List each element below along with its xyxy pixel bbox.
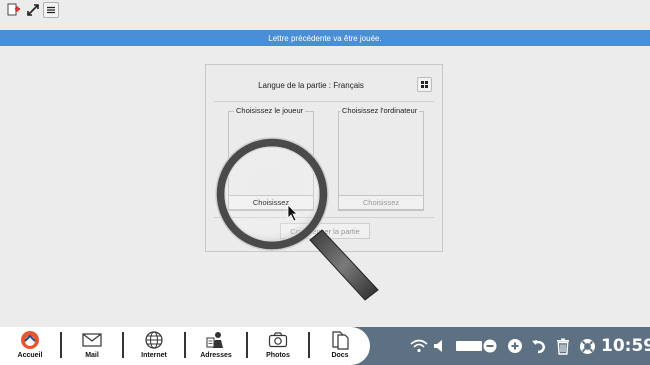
dock-separator (60, 332, 62, 358)
grid-icon (421, 81, 428, 88)
mail-icon (82, 333, 102, 347)
undo-icon (532, 340, 546, 354)
trash-icon (557, 338, 569, 355)
help-button[interactable] (578, 336, 596, 356)
dock-label-internet: Internet (141, 352, 167, 359)
documents-icon (332, 331, 349, 350)
add-page-button[interactable] (5, 2, 21, 18)
wifi-icon (410, 339, 428, 353)
hamburger-icon (47, 6, 55, 14)
globe-icon (145, 331, 163, 349)
trash-button[interactable] (555, 336, 571, 356)
language-title: Langue de la partie : Français (258, 81, 364, 90)
banner-text: Lettre précédente va être jouée. (268, 33, 382, 43)
expand-icon (27, 4, 39, 16)
dock-label-photos: Photos (266, 352, 290, 359)
choose-player-button[interactable]: Choisissez (228, 195, 314, 210)
home-logo-icon (21, 331, 39, 349)
dock-separator (122, 332, 124, 358)
wifi-status[interactable] (410, 336, 428, 356)
dock-label-docs: Docs (331, 352, 349, 359)
volume-status[interactable] (432, 336, 444, 356)
clock: 10:59 (601, 336, 650, 356)
add-page-icon (7, 3, 20, 16)
speaker-icon (434, 340, 442, 352)
dock-label-home: Accueil (17, 352, 43, 359)
dock-item-mail[interactable]: Mail (64, 330, 120, 364)
volume-slider[interactable] (448, 336, 504, 356)
notification-banner: Lettre précédente va être jouée. (0, 30, 650, 46)
dock-separator (246, 332, 248, 358)
dock-item-photos[interactable]: Photos (250, 330, 306, 364)
undo-button[interactable] (530, 336, 548, 356)
dock-item-home[interactable]: Accueil (2, 330, 58, 364)
top-divider (214, 101, 434, 102)
volume-up-button[interactable] (506, 336, 524, 356)
dock-label-mail: Mail (85, 352, 99, 359)
contacts-icon (206, 332, 223, 348)
lifebuoy-icon (579, 338, 595, 354)
choose-computer-button[interactable]: Choisissez (338, 195, 424, 210)
start-game-button[interactable]: Commencer la partie (280, 223, 370, 239)
language-grid-button[interactable] (417, 77, 432, 92)
plus-circle-icon (508, 339, 522, 353)
dock-separator (184, 332, 186, 358)
menu-button[interactable] (43, 2, 59, 18)
computer-label: Choisissez l'ordinateur (340, 106, 420, 115)
bottom-divider (214, 217, 434, 218)
dock-separator (308, 332, 310, 358)
dock-label-contacts: Adresses (200, 352, 232, 359)
fullscreen-button[interactable] (25, 2, 41, 18)
player-label: Choisissez le joueur (234, 106, 306, 115)
dock-item-contacts[interactable]: Adresses (188, 330, 244, 364)
camera-icon (268, 332, 288, 348)
dock-item-internet[interactable]: Internet (126, 330, 182, 364)
dock-item-docs[interactable]: Docs (312, 330, 368, 364)
volume-control-icon (456, 339, 497, 353)
